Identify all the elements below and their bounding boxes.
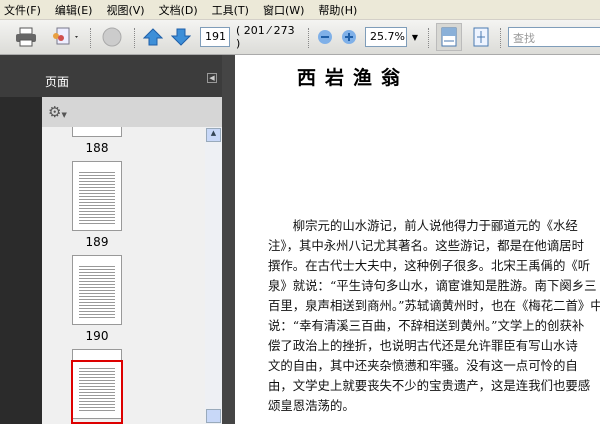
page-body: 柳宗元的山水游记，前人说他得力于郦道元的《水经 注》，其中永州八记尤其著名。这些… <box>268 216 600 416</box>
arrow-down-icon <box>171 28 191 46</box>
fit-page-button[interactable] <box>470 26 492 48</box>
arrow-up-icon <box>143 28 163 46</box>
panel-header: 页面 ◀ <box>0 55 222 97</box>
panel-splitter[interactable] <box>222 55 235 424</box>
text-line: 百里，泉声相送到商州。”苏轼谪黄州时，也在《梅花二首》中 <box>268 298 600 313</box>
text-line: 泉》就说：“平生诗句多山水，谪宦谁知是胜游。南下阕乡三 <box>268 278 597 293</box>
menu-bar: 文件(F) 编辑(E) 视图(V) 文档(D) 工具(T) 窗口(W) 帮助(H… <box>0 0 600 20</box>
options-button[interactable]: ⚙▼ <box>48 103 67 121</box>
text-line: 撰作。在古代士大夫中，这种例子很多。北宋王禹偁的《听 <box>268 258 591 273</box>
thumbnail-scrollbar[interactable]: ▲ <box>205 127 222 424</box>
menu-document[interactable]: 文档(D) <box>159 2 198 18</box>
text-line: 偿了政治上的挫折，也说明古代还是允许罪臣有写山水诗 <box>268 338 578 353</box>
toolbar: 191 ( 201 ⁄ 273 ) 25.7% ▼ 查找 <box>0 20 600 55</box>
text-line: 注》，其中永州八记尤其著名。这些游记，都是在他谪居时 <box>268 238 584 253</box>
collapse-panel-button[interactable]: ◀ <box>207 73 217 83</box>
fit-width-button[interactable] <box>436 23 462 51</box>
text-line: 颂皇恩浩荡的。 <box>268 398 355 413</box>
thumbnail-label: 190 <box>85 329 109 343</box>
fit-width-icon <box>441 27 457 47</box>
zoom-out-button[interactable] <box>316 26 334 48</box>
menu-file[interactable]: 文件(F) <box>4 2 41 18</box>
menu-window[interactable]: 窗口(W) <box>263 2 304 18</box>
page-heading: 西岩渔翁 <box>297 67 410 89</box>
minus-circle-icon <box>318 30 332 44</box>
print-button[interactable] <box>14 26 38 48</box>
menu-help[interactable]: 帮助(H) <box>318 2 357 18</box>
text-line: 由，文学史上就要丧失不少的宝贵遗产，这是连我们也要感 <box>268 378 591 393</box>
plus-circle-icon <box>342 30 356 44</box>
globe-icon <box>102 27 122 47</box>
thumbnail-188[interactable] <box>72 127 122 137</box>
zoom-dropdown[interactable]: ▼ <box>408 26 422 48</box>
collaborate-button[interactable] <box>98 26 126 48</box>
search-input[interactable]: 查找 <box>508 27 600 47</box>
menu-edit[interactable]: 编辑(E) <box>55 2 93 18</box>
scroll-thumb[interactable] <box>206 409 221 423</box>
zoom-input[interactable]: 25.7% <box>365 27 407 47</box>
text-line: 柳宗元的山水游记，前人说他得力于郦道元的《水经 <box>268 218 578 233</box>
next-page-button[interactable] <box>170 26 192 48</box>
gear-icon: ⚙ <box>48 103 62 121</box>
thumbnail-label: 189 <box>85 235 109 249</box>
chevron-down-icon: ▼ <box>411 32 419 42</box>
panel-title: 页面 <box>45 75 70 89</box>
menu-tools[interactable]: 工具(T) <box>212 2 249 18</box>
text-line: 文的自由，其中还夹杂愤懑和牢骚。没有这一点可怜的自 <box>268 358 578 373</box>
text-line: 说：“幸有清溪三百曲，不辞相送到黄州。”文学上的创获补 <box>268 318 585 333</box>
pages-panel: 页面 ◀ ⚙▼ 188 189 190 ▲ <box>0 55 222 424</box>
thumbnail-191[interactable] <box>71 349 123 424</box>
navigation-strip <box>0 55 42 424</box>
share-button[interactable] <box>48 26 82 48</box>
menu-view[interactable]: 视图(V) <box>106 2 144 18</box>
printer-icon <box>16 27 36 47</box>
thumbnail-label: 188 <box>85 141 109 155</box>
scroll-up-button[interactable]: ▲ <box>206 128 221 142</box>
thumbnail-189[interactable] <box>72 161 122 231</box>
panel-options-row: ⚙▼ <box>42 97 222 127</box>
thumbnail-190[interactable] <box>72 255 122 325</box>
thumbnail-list: 188 189 190 <box>42 127 205 424</box>
document-view: 西岩渔翁 柳宗元的山水游记，前人说他得力于郦道元的《水经 注》，其中永州八记尤其… <box>235 55 600 424</box>
triangle-left-icon: ◀ <box>209 74 215 82</box>
chevron-down-icon: ▼ <box>61 111 67 119</box>
page-count: ( 201 ⁄ 273 ) <box>236 24 295 50</box>
zoom-in-button[interactable] <box>340 26 358 48</box>
users-document-icon <box>53 27 78 45</box>
page-number-input[interactable]: 191 <box>200 27 230 47</box>
previous-page-button[interactable] <box>142 26 164 48</box>
fit-page-icon <box>473 27 489 47</box>
